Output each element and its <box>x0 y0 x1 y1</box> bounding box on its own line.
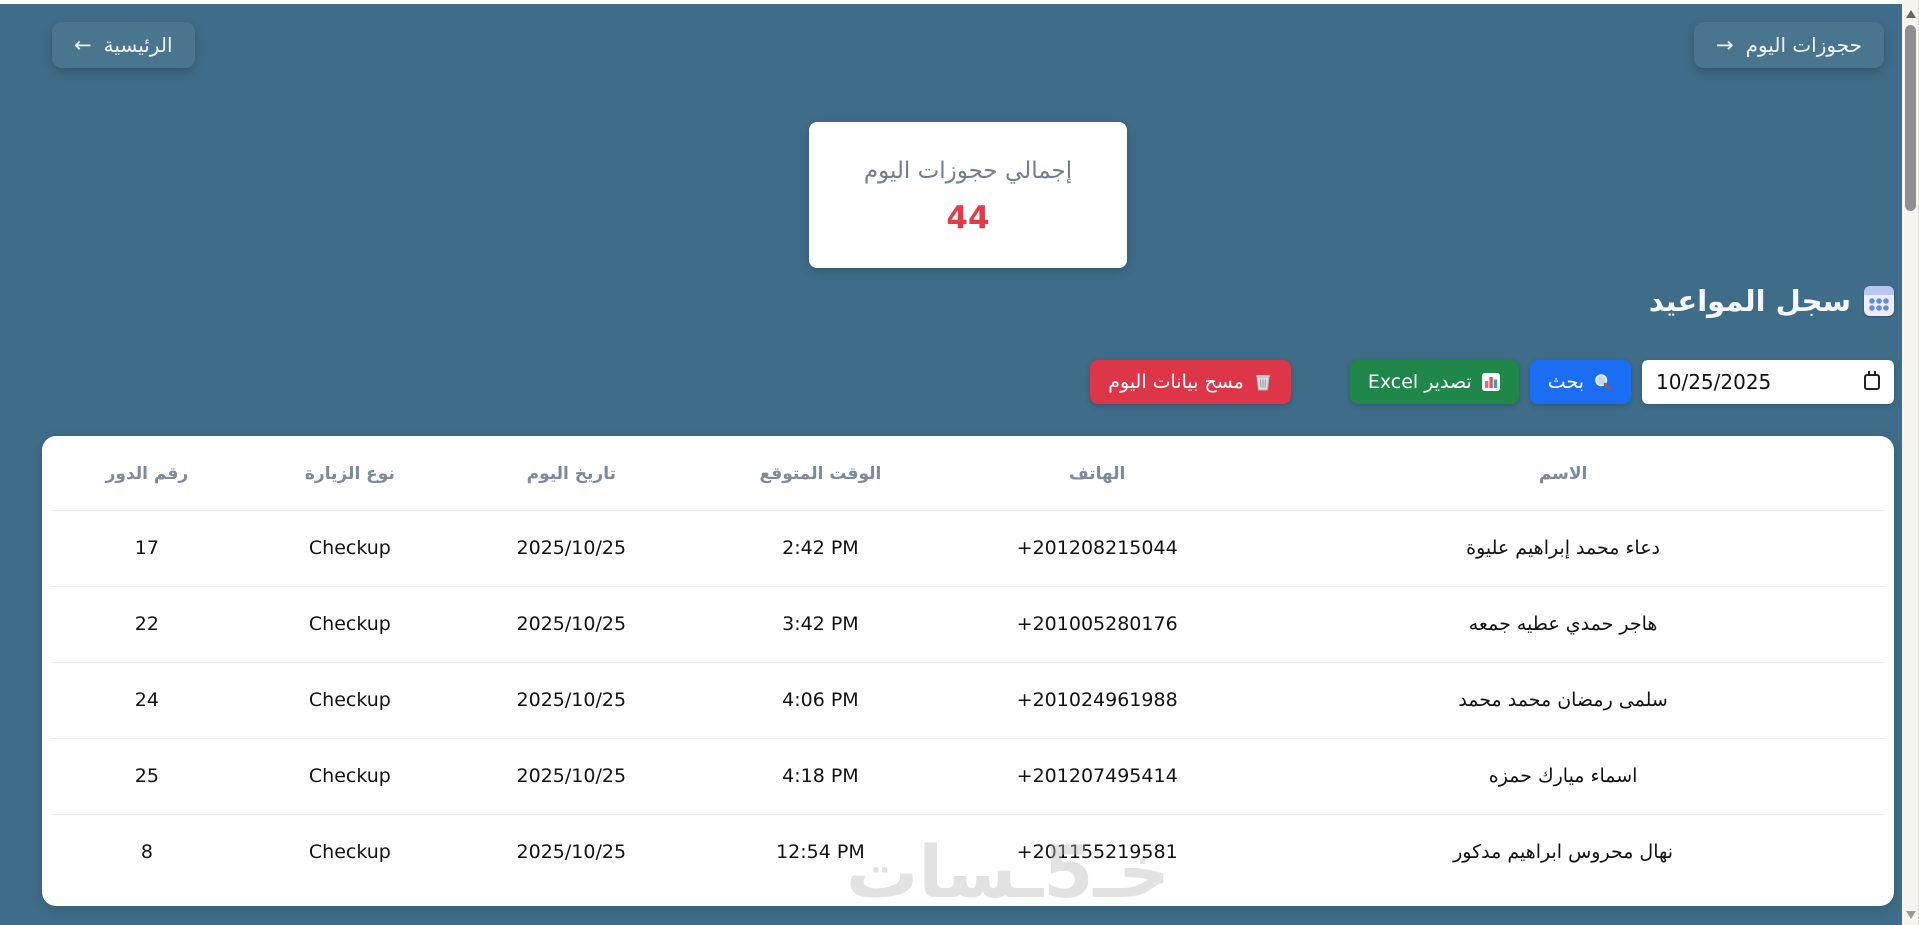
top-nav: حجوزات اليوم → الرئيسية ← <box>42 22 1894 68</box>
cell-queue-number: 25 <box>50 737 244 814</box>
cell-name: دعاء محمد إبراهيم عليوة <box>1240 509 1886 586</box>
cell-visit-type: Checkup <box>243 661 456 738</box>
export-excel-button[interactable]: تصدير Excel <box>1349 360 1519 404</box>
today-bookings-label: حجوزات اليوم <box>1745 33 1862 57</box>
table-row: اسماء ميارك حمزه +201207495414 4:18 PM 2025… <box>50 737 1886 814</box>
cell-expected-time: 12:54 PM <box>686 813 955 890</box>
date-picker-icon[interactable] <box>1864 371 1880 390</box>
table-row: نهال محروس ابراهيم مدكور +201155219581 12:… <box>50 813 1886 890</box>
cell-name: هاجر حمدي عطيه جمعه <box>1240 585 1886 662</box>
cell-visit-type: Checkup <box>243 509 456 586</box>
header-expected-time: الوقت المتوقع <box>759 463 882 484</box>
header-phone: الهاتف <box>1068 463 1126 484</box>
appointments-table-card: الاسم الهاتف الوقت المتوقع تاريخ اليوم ن… <box>42 436 1894 906</box>
table-row: هاجر حمدي عطيه جمعه +201005280176 3:42 PM 2… <box>50 585 1886 662</box>
cell-name: سلمى رمضان محمد محمد <box>1240 661 1886 738</box>
cell-expected-time: 4:06 PM <box>686 661 955 738</box>
header-date: تاريخ اليوم <box>526 463 616 484</box>
header-visit-type: نوع الزيارة <box>304 463 395 484</box>
date-input[interactable]: 10/25/2025 <box>1642 360 1894 404</box>
cell-date: 2025/10/25 <box>455 661 687 738</box>
appointments-tbody: دعاء محمد إبراهيم عليوة +201208215044 2:42… <box>50 509 1886 890</box>
magnifier-icon <box>1595 374 1612 391</box>
cell-expected-time: 3:42 PM <box>686 585 955 662</box>
scrollbar-up-arrow-icon[interactable] <box>1905 10 1916 18</box>
cell-visit-type: Checkup <box>243 813 456 890</box>
cell-phone: +201207495414 <box>954 737 1241 814</box>
cell-queue-number: 22 <box>50 585 244 662</box>
home-button[interactable]: الرئيسية ← <box>52 22 195 68</box>
cell-visit-type: Checkup <box>243 585 456 662</box>
calendar-icon <box>1864 286 1894 316</box>
appointments-log-title: سجل المواعيد <box>1648 284 1851 318</box>
cell-visit-type: Checkup <box>243 737 456 814</box>
header-name: الاسم <box>1538 463 1588 484</box>
total-bookings-label: إجمالي حجوزات اليوم <box>863 158 1073 184</box>
search-label: بحث <box>1547 371 1584 393</box>
total-bookings-value: 44 <box>946 200 990 236</box>
cell-expected-time: 4:18 PM <box>686 737 955 814</box>
cell-phone: +201024961988 <box>954 661 1241 738</box>
table-row: سلمى رمضان محمد محمد +201024961988 4:06 PM… <box>50 661 1886 738</box>
cell-date: 2025/10/25 <box>455 737 687 814</box>
header-queue-number: رقم الدور <box>105 463 189 484</box>
cell-name: اسماء ميارك حمزه <box>1240 737 1886 814</box>
search-button[interactable]: بحث <box>1529 360 1631 404</box>
cell-phone: +201208215044 <box>954 509 1241 586</box>
cell-queue-number: 8 <box>50 813 244 890</box>
total-bookings-card: إجمالي حجوزات اليوم 44 <box>809 122 1127 268</box>
cell-date: 2025/10/25 <box>455 813 687 890</box>
cell-queue-number: 24 <box>50 661 244 738</box>
cell-date: 2025/10/25 <box>455 585 687 662</box>
trash-icon <box>1255 375 1270 391</box>
cell-phone: +201155219581 <box>954 813 1241 890</box>
cell-date: 2025/10/25 <box>455 509 687 586</box>
export-excel-label: تصدير Excel <box>1367 371 1472 393</box>
scrollbar-track[interactable] <box>1902 0 1919 925</box>
right-arrow-icon: → <box>1715 32 1734 57</box>
cell-queue-number: 17 <box>50 509 244 586</box>
table-row: دعاء محمد إبراهيم عليوة +201208215044 2:42… <box>50 509 1886 586</box>
scrollbar-down-arrow-icon[interactable] <box>1905 911 1916 919</box>
clear-today-data-label: مسح بيانات اليوم <box>1108 371 1244 393</box>
table-header-row: الاسم الهاتف الوقت المتوقع تاريخ اليوم ن… <box>50 438 1886 510</box>
date-value: 10/25/2025 <box>1656 370 1772 394</box>
cell-name: نهال محروس ابراهيم مدكور <box>1240 813 1886 890</box>
scrollbar-thumb[interactable] <box>1905 25 1916 211</box>
today-bookings-button[interactable]: حجوزات اليوم → <box>1693 22 1884 68</box>
clear-today-data-button[interactable]: مسح بيانات اليوم <box>1090 360 1291 404</box>
cell-expected-time: 2:42 PM <box>686 509 955 586</box>
page: حجوزات اليوم → الرئيسية ← إجمالي حجوزات … <box>17 4 1919 925</box>
appointments-log-heading: سجل المواعيد <box>42 284 1894 318</box>
bar-chart-icon <box>1481 373 1500 391</box>
controls-row: 10/25/2025 بحث تصدير Excel مسح بيانات ال… <box>42 360 1894 404</box>
left-arrow-icon: ← <box>74 32 92 57</box>
home-label: الرئيسية <box>103 33 173 57</box>
cell-phone: +201005280176 <box>954 585 1241 662</box>
appointments-table: الاسم الهاتف الوقت المتوقع تاريخ اليوم ن… <box>50 438 1886 890</box>
